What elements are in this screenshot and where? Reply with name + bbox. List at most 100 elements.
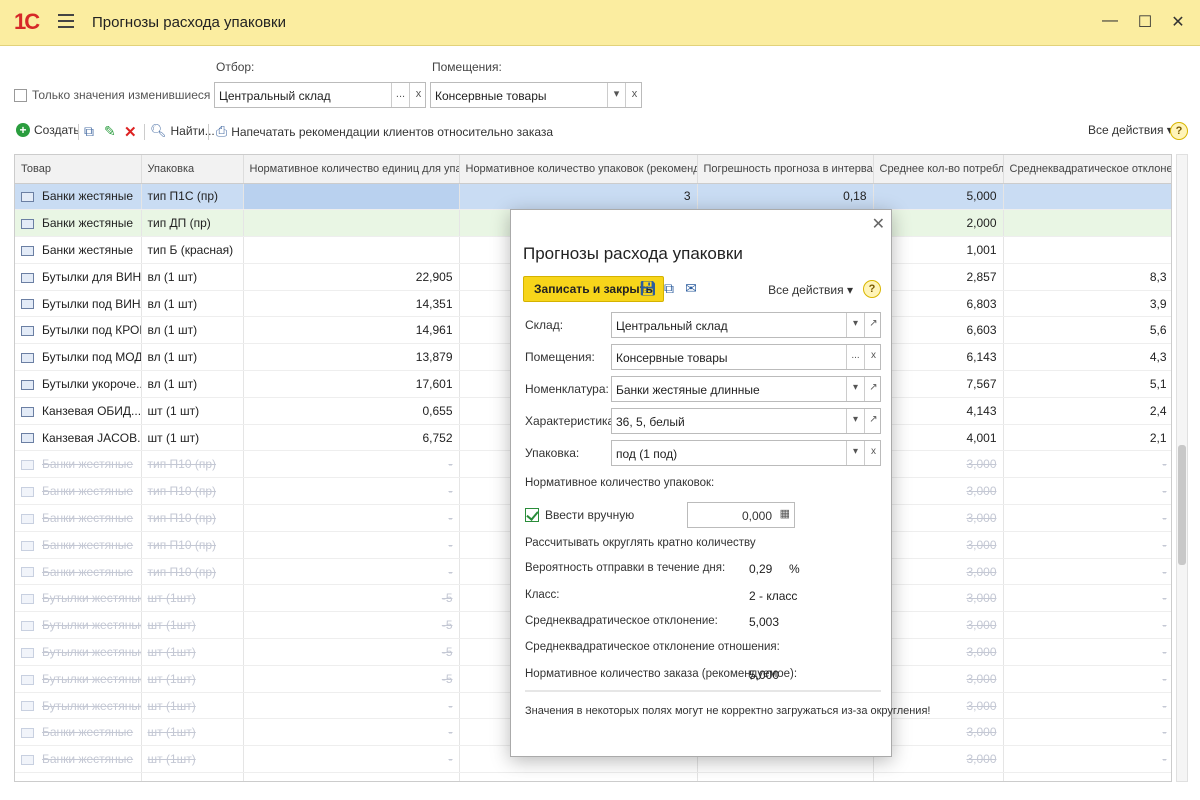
pack-cell[interactable]: шт (1шт)	[141, 745, 244, 774]
pack-cell[interactable]: шт (1шт)	[141, 638, 244, 666]
std-cell[interactable]: -	[1003, 450, 1171, 479]
package-field[interactable]: под (1 под) ▾ x	[611, 440, 881, 466]
product-cell[interactable]: Банки жестяные	[15, 236, 142, 264]
avg-cell[interactable]: 2,000	[873, 209, 1004, 238]
find-button[interactable]: 🔍︎ Найти...	[150, 123, 215, 139]
pack-cell[interactable]: тип П10 (пр)	[141, 504, 244, 532]
column-header[interactable]: Среднее кол-во потребления	[873, 155, 1004, 184]
product-cell[interactable]: Бутылки жестяные	[15, 638, 142, 666]
column-header[interactable]: Нормативное количество упаковок (рекомен…	[459, 155, 698, 184]
delete-icon[interactable]: ✕	[124, 123, 137, 141]
avg-cell[interactable]: 3,000	[873, 558, 1004, 586]
table-row[interactable]: Банки жестяные шт (1шт)-5 3,000-	[15, 772, 1171, 781]
pack-cell[interactable]: вл (1 шт)	[141, 263, 244, 291]
std-cell[interactable]: -	[1003, 504, 1171, 532]
column-header[interactable]: Товар	[15, 155, 142, 184]
pack-cell[interactable]: шт (1 шт)	[141, 397, 244, 425]
product-cell[interactable]: Банки жестяные	[15, 718, 142, 747]
avg-cell[interactable]: 2,857	[873, 263, 1004, 291]
characteristic-dropdown-button[interactable]: ▾	[846, 409, 864, 433]
norm-units-cell[interactable]: -5	[243, 584, 460, 613]
avg-cell[interactable]: 6,803	[873, 290, 1004, 318]
pack-cell[interactable]: шт (1шт)	[141, 584, 244, 613]
maximize-button[interactable]: ☐	[1135, 12, 1155, 32]
product-cell[interactable]: Банки жестяные	[15, 504, 142, 532]
manual-entry-checkbox[interactable]: Ввести вручную	[525, 508, 634, 522]
pack-cell[interactable]: шт (1шт)	[141, 611, 244, 640]
dialog-all-actions-button[interactable]: Все действия ▾	[768, 283, 853, 297]
pack-cell[interactable]: шт (1шт)	[141, 665, 244, 693]
save-icon[interactable]: 💾︎	[639, 280, 657, 298]
pack-cell[interactable]: вл (1 шт)	[141, 290, 244, 318]
std-cell[interactable]: -	[1003, 638, 1171, 666]
minimize-button[interactable]: —	[1100, 12, 1120, 30]
std-cell[interactable]: 2,1	[1003, 424, 1171, 452]
std-cell[interactable]: 5,1	[1003, 370, 1171, 398]
std-cell[interactable]	[1003, 236, 1171, 264]
avg-cell[interactable]: 6,603	[873, 316, 1004, 345]
table-row[interactable]: Банки жестяные тип П1С (пр) 3 0,18 5,000	[15, 183, 1171, 211]
product-cell[interactable]: Бутылки укороче...	[15, 370, 142, 398]
warehouse-field[interactable]: Центральный склад ▾ ↗	[611, 312, 881, 338]
column-header[interactable]: Погрешность прогноза в интервале, %	[697, 155, 874, 184]
error-cell[interactable]: 0,18	[697, 183, 874, 211]
rooms-select-button[interactable]: ...	[846, 345, 864, 369]
characteristic-field[interactable]: 36, 5, белый ▾ ↗	[611, 408, 881, 434]
norm-units-cell[interactable]: -	[243, 718, 460, 747]
mail-icon[interactable]: ✉	[683, 280, 699, 298]
package-clear-button[interactable]: x	[864, 441, 882, 465]
avg-cell[interactable]: 3,000	[873, 718, 1004, 747]
warehouse-open-button[interactable]: ↗	[864, 313, 882, 337]
avg-cell[interactable]: 3,000	[873, 665, 1004, 693]
norm-units-cell[interactable]: -	[243, 504, 460, 532]
product-cell[interactable]: Бутылки под МОДЛН...	[15, 343, 142, 372]
std-cell[interactable]: 5,6	[1003, 316, 1171, 345]
package-dropdown-button[interactable]: ▾	[846, 441, 864, 465]
norm-units-cell[interactable]: 13,879	[243, 343, 460, 372]
product-cell[interactable]: Бутылки жестяные	[15, 665, 142, 693]
avg-cell[interactable]: 3,000	[873, 638, 1004, 666]
pack-cell[interactable]: тип ДП (пр)	[141, 209, 244, 238]
avg-cell[interactable]: 5,000	[873, 183, 1004, 211]
pack-cell[interactable]: шт (1 шт)	[141, 424, 244, 452]
pack-cell[interactable]: тип П10 (пр)	[141, 477, 244, 506]
norm-units-cell[interactable]: 22,905	[243, 263, 460, 291]
avg-cell[interactable]: 4,001	[873, 424, 1004, 452]
product-cell[interactable]: Банки жестяные	[15, 183, 142, 211]
product-cell[interactable]: Банки жестяные	[15, 531, 142, 559]
norm-units-cell[interactable]	[243, 183, 460, 211]
norm-packs-cell[interactable]: 3	[459, 183, 698, 211]
std-cell[interactable]: -	[1003, 772, 1171, 781]
norm-packs-cell[interactable]	[459, 772, 698, 781]
product-cell[interactable]: Банки жестяные	[15, 450, 142, 479]
norm-units-cell[interactable]: -	[243, 477, 460, 506]
column-header[interactable]: Нормативное количество единиц для упаков…	[243, 155, 460, 184]
std-cell[interactable]: 2,4	[1003, 397, 1171, 425]
otbor-clear-button[interactable]: x	[409, 83, 427, 107]
std-cell[interactable]: -	[1003, 477, 1171, 506]
pack-cell[interactable]: вл (1 шт)	[141, 343, 244, 372]
avg-cell[interactable]: 6,143	[873, 343, 1004, 372]
norm-units-cell[interactable]: -	[243, 450, 460, 479]
otbor-field[interactable]: Центральный склад ... x	[214, 82, 426, 108]
pack-cell[interactable]: вл (1 шт)	[141, 370, 244, 398]
nomenclature-open-button[interactable]: ↗	[864, 377, 882, 401]
rooms-clear-button[interactable]: x	[864, 345, 882, 369]
product-cell[interactable]: Канзевая ОБИД...	[15, 397, 142, 425]
std-cell[interactable]: -	[1003, 611, 1171, 640]
pack-cell[interactable]: шт (1шт)	[141, 692, 244, 720]
pack-cell[interactable]: тип Б (красная)	[141, 236, 244, 264]
nomenclature-field[interactable]: Банки жестяные длинные ▾ ↗	[611, 376, 881, 402]
norm-units-cell[interactable]	[243, 209, 460, 238]
std-cell[interactable]: 3,9	[1003, 290, 1171, 318]
error-cell[interactable]	[697, 772, 874, 781]
product-cell[interactable]: Банки жестяные	[15, 558, 142, 586]
product-cell[interactable]: Банки жестяные	[15, 745, 142, 774]
edit-icon[interactable]: ✎	[104, 123, 116, 140]
avg-cell[interactable]: 4,143	[873, 397, 1004, 425]
avg-cell[interactable]: 1,001	[873, 236, 1004, 264]
pack-cell[interactable]: тип П10 (пр)	[141, 558, 244, 586]
norm-units-cell[interactable]	[243, 236, 460, 264]
copy-icon[interactable]: ⧉	[84, 123, 94, 140]
pack-cell[interactable]: тип П1С (пр)	[141, 183, 244, 211]
